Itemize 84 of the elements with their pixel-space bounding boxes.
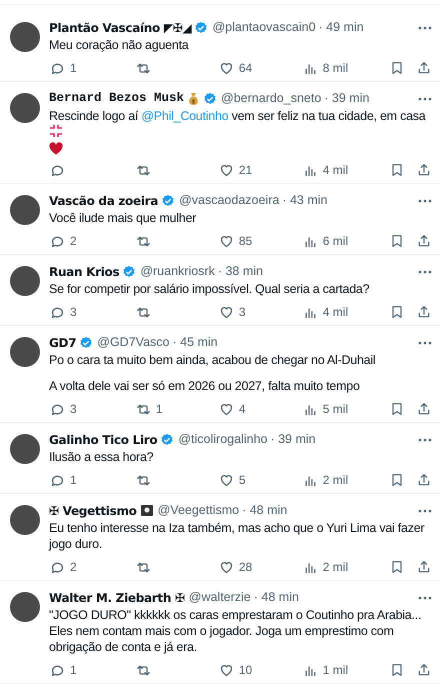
share-icon[interactable] <box>416 472 432 488</box>
tweet-text: Rescinde logo aí @Phil_Coutinho vem ser feliz na tua cidade, em casa <box>49 108 432 155</box>
views-count: 5 mil <box>322 401 348 418</box>
reply-count: 3 <box>70 304 77 321</box>
like-count: 28 <box>238 559 252 576</box>
share-icon[interactable] <box>416 162 432 178</box>
views-count: 1 mil <box>322 662 348 679</box>
like-count: 4 <box>238 401 246 418</box>
user-name[interactable]: Plantão Vascaíno ◤✠◢ <box>49 18 192 36</box>
repost-count: 1 <box>156 401 163 418</box>
user-name[interactable]: Vascão da zoeira <box>49 192 158 210</box>
reply-count: 1 <box>70 472 77 489</box>
more-options-icon[interactable] <box>418 438 432 442</box>
timestamp[interactable]: · 49 min <box>318 18 364 37</box>
reply-count: 1 <box>70 662 77 679</box>
like-count: 5 <box>238 472 246 489</box>
avatar-photo[interactable] <box>10 505 40 535</box>
user-name[interactable]: Bernard Bezos Musk <box>49 89 184 108</box>
tweet-text: Eu tenho interesse na Iza também, mas acho que o Yuri Lima vai fazer jogo duro. <box>49 520 426 552</box>
avatar-photo[interactable] <box>10 195 40 225</box>
share-icon[interactable] <box>416 662 432 678</box>
timestamp[interactable]: · 45 min <box>172 333 218 352</box>
user-name[interactable]: Ruan Krios <box>49 262 120 280</box>
user-handle[interactable]: @GD7Vasco <box>97 333 170 352</box>
avatar-photo[interactable] <box>10 266 40 296</box>
more-options-icon[interactable] <box>418 596 432 600</box>
like-count: 64 <box>238 60 252 77</box>
tweet-text: Se for competir por salário impossível. Qual seria a cartada? <box>49 281 370 297</box>
heart-emoji-icon <box>49 142 63 155</box>
timestamp[interactable]: · 43 min <box>282 191 328 210</box>
tweet-text: Você ilude mais que mulher <box>49 210 198 226</box>
share-icon[interactable] <box>416 60 432 76</box>
share-icon[interactable] <box>416 559 432 575</box>
views-count: 6 mil <box>322 233 348 250</box>
tweet-text: Ilusão a essa hora? <box>49 449 154 465</box>
timestamp[interactable]: · 39 min <box>324 89 370 108</box>
like-count: 10 <box>238 662 252 679</box>
more-options-icon[interactable] <box>418 26 432 30</box>
anger-symbol-icon <box>49 124 63 138</box>
share-icon[interactable] <box>416 304 432 320</box>
tweet-text: Meu coração não aguenta <box>49 37 190 53</box>
tweet-text: Po o cara ta muito bem ainda, acabou de chegar no Al-Duhail A volta dele vai ser só em 2026 ou 2027, falta muito tempo <box>49 352 376 394</box>
timestamp[interactable]: · 38 min <box>218 262 263 281</box>
timestamp[interactable]: · 48 min <box>242 501 288 520</box>
user-handle[interactable]: @vascaodazoeira <box>179 191 280 210</box>
avatar-photo[interactable] <box>10 22 40 52</box>
money-bag-icon <box>187 92 200 106</box>
user-name[interactable]: Galinho Tico Liro <box>49 430 158 448</box>
views-count: 2 mil <box>322 472 348 489</box>
timestamp[interactable]: · 48 min <box>254 588 299 607</box>
more-options-icon[interactable] <box>418 340 432 344</box>
views-count: 8 mil <box>322 60 348 77</box>
views-count: 2 mil <box>322 559 348 576</box>
user-name[interactable]: Walter M. Ziebarth ✠ <box>49 588 185 606</box>
reply-count: 3 <box>70 401 77 418</box>
user-name[interactable]: ✠ Vegettismo <box>49 502 137 520</box>
like-count: 85 <box>238 233 252 250</box>
views-count: 4 mil <box>322 304 348 321</box>
more-options-icon[interactable] <box>418 198 432 202</box>
views-count: 4 mil <box>322 162 348 179</box>
tweet-text: "JOGO DURO" kkkkkk os caras emprestaram o Coutinho pra Arabia... Eles nem contam mais com o jogador. Joga um emprestimo com obrigação de conta e já era. <box>49 607 422 655</box>
user-handle[interactable]: @bernardo_sneto <box>221 89 322 108</box>
avatar-photo[interactable] <box>10 337 40 367</box>
user-handle[interactable]: @ruankriosrk <box>140 262 215 281</box>
more-options-icon[interactable] <box>418 508 432 512</box>
share-icon[interactable] <box>416 233 432 249</box>
share-icon[interactable] <box>416 401 432 417</box>
user-handle[interactable]: @plantaovascain0 <box>212 18 316 37</box>
flag-icon <box>140 504 154 517</box>
avatar-photo[interactable] <box>10 93 40 123</box>
user-handle[interactable]: @ticolirogalinho <box>178 430 268 449</box>
user-name[interactable]: GD7 <box>49 334 76 352</box>
user-handle[interactable]: @walterzie <box>188 588 251 607</box>
avatar-photo[interactable] <box>10 592 40 622</box>
timestamp[interactable]: · 39 min <box>270 430 316 449</box>
more-options-icon[interactable] <box>418 270 432 274</box>
user-handle[interactable]: @Veegettismo <box>158 501 240 520</box>
reply-count: 2 <box>70 233 77 250</box>
like-count: 21 <box>238 162 252 179</box>
avatar-photo[interactable] <box>10 434 40 464</box>
like-count: 3 <box>238 304 246 321</box>
reply-count: 1 <box>70 60 77 77</box>
reply-count: 2 <box>70 559 77 576</box>
more-options-icon[interactable] <box>418 96 432 100</box>
